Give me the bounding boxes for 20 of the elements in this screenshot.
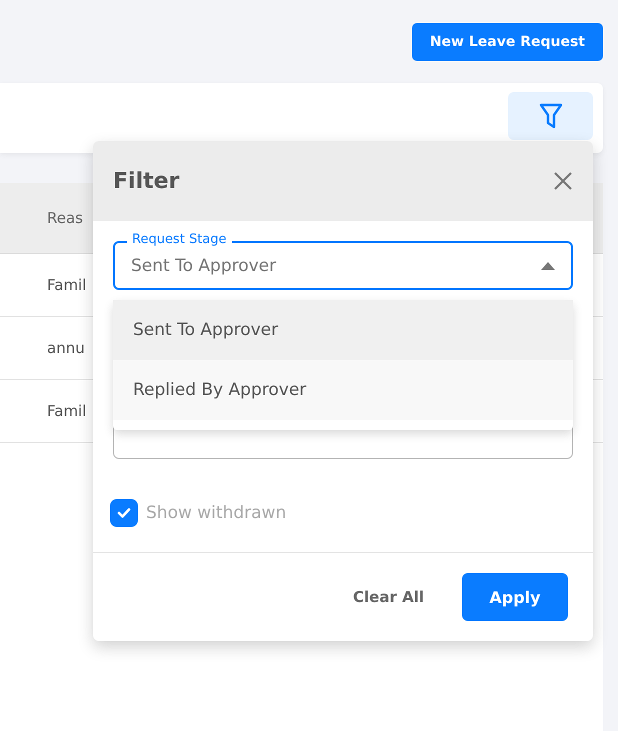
checkbox-label: Show withdrawn xyxy=(146,503,286,523)
filter-button[interactable] xyxy=(508,92,593,140)
new-leave-request-button[interactable]: New Leave Request xyxy=(412,23,603,61)
caret-icon xyxy=(541,262,555,270)
apply-button[interactable]: Apply xyxy=(462,573,568,621)
dropdown-option[interactable]: Replied By Approver xyxy=(113,360,573,420)
column-header: Reas xyxy=(47,209,83,227)
check-icon xyxy=(117,507,131,519)
select-value: Sent To Approver xyxy=(131,256,276,276)
clear-all-button[interactable]: Clear All xyxy=(353,588,424,606)
filter-icon xyxy=(538,103,562,129)
close-button[interactable] xyxy=(553,171,573,191)
table-cell: annu xyxy=(47,339,85,357)
panel-title: Filter xyxy=(113,168,180,194)
dropdown-option[interactable]: Sent To Approver xyxy=(113,300,573,360)
table-cell: Famil xyxy=(47,402,86,420)
field-label: Request Stage xyxy=(127,232,232,248)
table-cell: Famil xyxy=(47,276,86,294)
request-stage-select[interactable]: Request Stage Sent To Approver xyxy=(113,232,573,290)
checkbox[interactable] xyxy=(110,499,138,527)
